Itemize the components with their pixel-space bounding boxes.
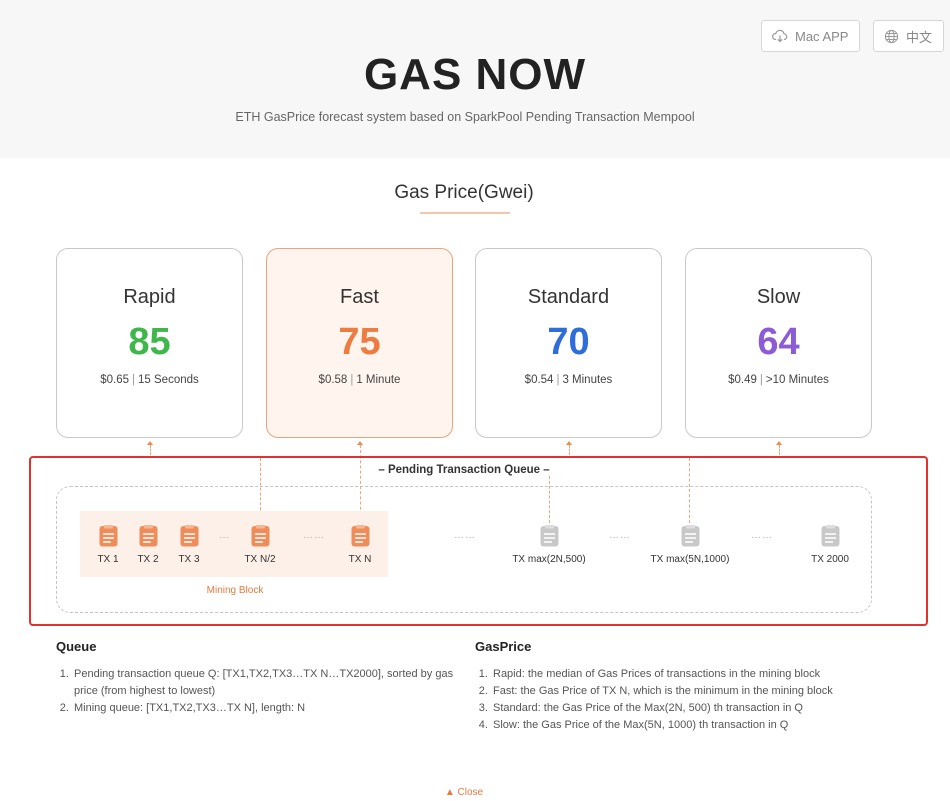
- language-label: 中文: [906, 29, 933, 45]
- card-time: 15 Seconds: [138, 374, 199, 386]
- queue-heading: Queue: [56, 639, 97, 654]
- card-price: 75: [338, 321, 381, 363]
- meta-separator: |: [759, 374, 763, 386]
- mining-block-label: Mining Block: [206, 585, 264, 596]
- card-time: 1 Minute: [356, 374, 401, 386]
- tx-label: TX N/2: [244, 554, 276, 565]
- tx-label: TX N: [348, 554, 372, 565]
- tx-item: TX N: [315, 525, 405, 565]
- card-meta: $0.58 | 1 Minute: [267, 374, 452, 386]
- page-title: GAS NOW: [363, 50, 587, 99]
- document-icon: [351, 525, 369, 547]
- queue-title: – Pending Transaction Queue –: [378, 464, 550, 476]
- card-price: 85: [128, 321, 171, 363]
- meta-separator: |: [350, 374, 354, 386]
- page-subtitle: ETH GasPrice forecast system based on Sp…: [235, 110, 695, 124]
- mac-app-label: Mac APP: [795, 28, 849, 44]
- document-icon: [821, 525, 839, 547]
- meta-separator: |: [132, 374, 136, 386]
- list-item: Rapid: the median of Gas Prices of trans…: [491, 666, 845, 683]
- cloud-download-icon: [772, 29, 788, 43]
- list-item: Slow: the Gas Price of the Max(5N, 1000)…: [491, 717, 845, 734]
- tx-label: TX max(5N,1000): [650, 554, 730, 565]
- ellipsis: ……: [454, 530, 476, 541]
- hero-header: Mac APP 中文 GAS NOW ETH GasPrice forecast…: [0, 0, 950, 158]
- card-name: Rapid: [123, 286, 176, 308]
- card-time: 3 Minutes: [562, 374, 613, 386]
- document-icon: [681, 525, 699, 547]
- card-time: >10 Minutes: [765, 374, 829, 386]
- card-usd: $0.49: [728, 374, 757, 386]
- connector-line: [569, 445, 570, 455]
- card-usd: $0.65: [100, 374, 130, 386]
- slow-card: Slow 64 $0.49 | >10 Minutes: [685, 248, 872, 438]
- fast-card: Fast 75 $0.58 | 1 Minute: [266, 248, 453, 438]
- card-name: Fast: [340, 286, 379, 308]
- card-meta: $0.54 | 3 Minutes: [476, 374, 661, 386]
- tx-label: TX max(2N,500): [512, 554, 586, 565]
- card-meta: $0.65 | 15 Seconds: [57, 374, 242, 386]
- card-name: Slow: [756, 286, 801, 308]
- list-item: Fast: the Gas Price of TX N, which is th…: [491, 683, 845, 700]
- card-usd: $0.54: [524, 374, 554, 386]
- globe-icon: [884, 29, 899, 44]
- connector-line: [779, 445, 780, 455]
- card-usd: $0.58: [318, 374, 348, 386]
- card-name: Standard: [527, 286, 610, 308]
- rapid-card: Rapid 85 $0.65 | 15 Seconds: [56, 248, 243, 438]
- card-price: 64: [757, 321, 800, 363]
- document-icon: [180, 525, 198, 547]
- gas-price-title: Gas Price(Gwei): [394, 182, 534, 203]
- gasprice-heading: GasPrice: [475, 639, 532, 654]
- ellipsis: ……: [609, 530, 631, 541]
- connector-line: [150, 445, 151, 455]
- section-underline: [420, 212, 510, 214]
- list-item: Standard: the Gas Price of the Max(2N, 5…: [491, 700, 845, 717]
- ellipsis: ……: [751, 530, 773, 541]
- tx-item: TX 2000: [785, 525, 875, 565]
- queue-info: Queue Pending transaction queue Q: [TX1,…: [56, 639, 456, 717]
- list-item: Mining queue: [TX1,TX2,TX3…TX N], length…: [72, 700, 456, 717]
- close-button[interactable]: ▲ Close: [0, 787, 928, 798]
- gasprice-info: GasPrice Rapid: the median of Gas Prices…: [475, 639, 845, 734]
- standard-card: Standard 70 $0.54 | 3 Minutes: [475, 248, 662, 438]
- document-icon: [540, 525, 558, 547]
- card-price: 70: [547, 321, 590, 363]
- gasprice-list: Rapid: the median of Gas Prices of trans…: [475, 666, 845, 734]
- tx-item: TX max(5N,1000): [645, 525, 735, 565]
- list-item: Pending transaction queue Q: [TX1,TX2,TX…: [72, 666, 456, 700]
- document-icon: [251, 525, 269, 547]
- tx-item: TX N/2: [215, 525, 305, 565]
- tx-label: TX 2000: [811, 554, 849, 565]
- language-button[interactable]: 中文: [873, 20, 944, 52]
- queue-list: Pending transaction queue Q: [TX1,TX2,TX…: [56, 666, 456, 717]
- tx-item: TX max(2N,500): [504, 525, 594, 565]
- card-meta: $0.49 | >10 Minutes: [686, 374, 871, 386]
- mac-app-button[interactable]: Mac APP: [761, 20, 860, 52]
